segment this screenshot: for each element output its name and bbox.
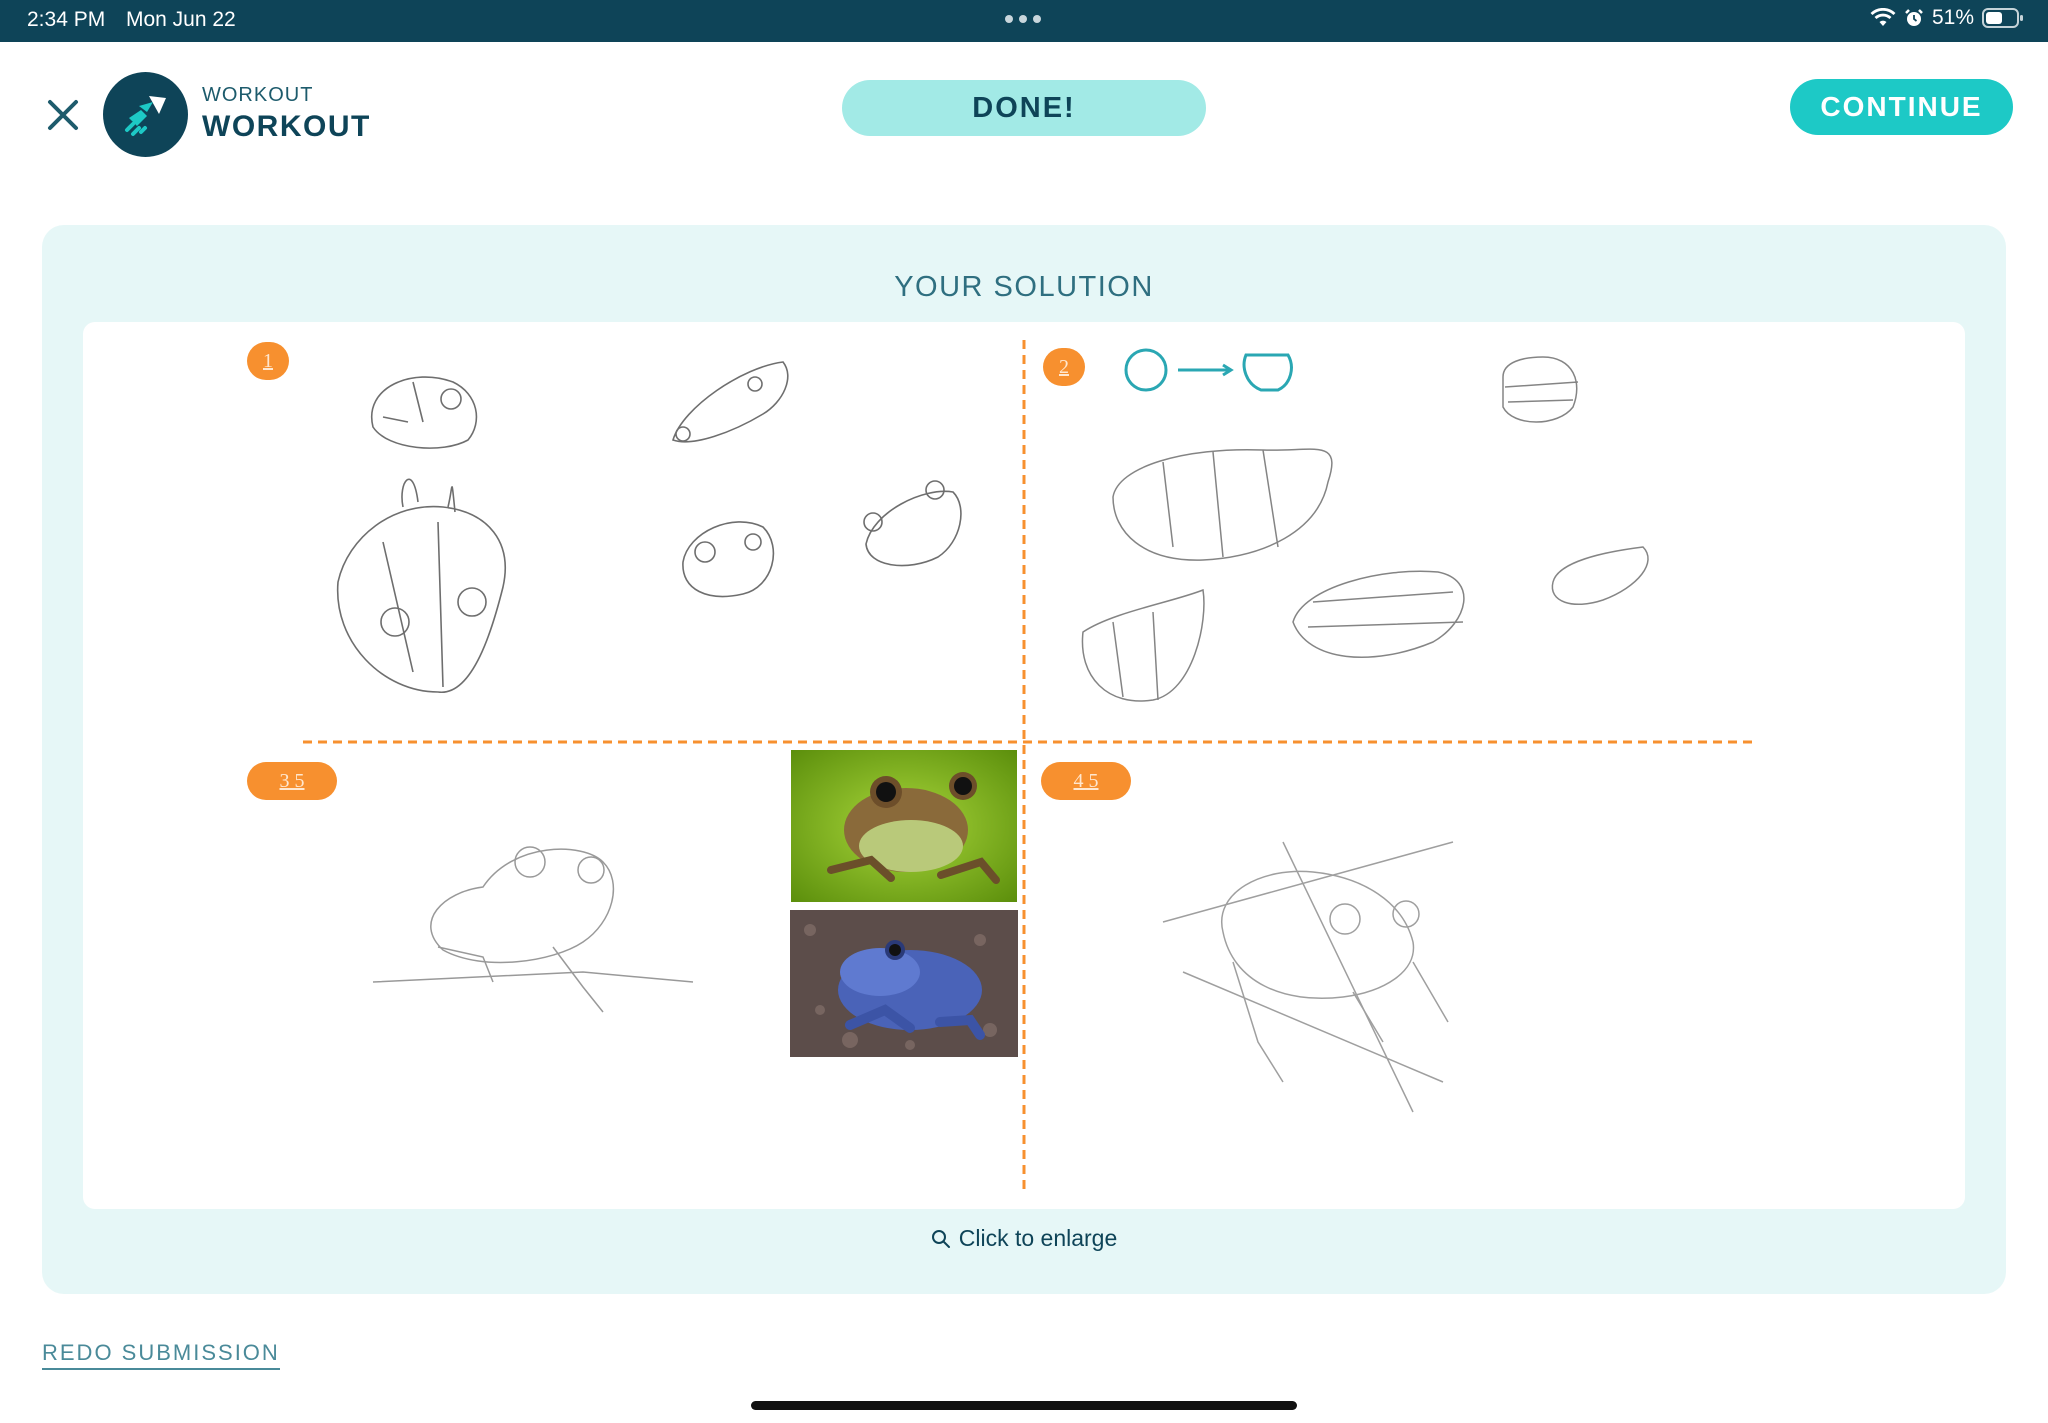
section-badge-3: 3 5	[247, 762, 337, 800]
status-indicators: 51%	[1870, 6, 2024, 30]
section-badge-4-label: 4 5	[1073, 769, 1099, 792]
status-date: Mon Jun 22	[126, 8, 236, 31]
rocket-icon	[124, 95, 166, 136]
section-badge-4: 4 5	[1041, 762, 1131, 800]
redo-submission-link[interactable]: REDO SUBMISSION	[42, 1340, 280, 1370]
multitasking-dots-icon[interactable]	[1005, 15, 1041, 23]
solution-image[interactable]: 1 2 3 5 4 5	[83, 322, 1965, 1209]
search-icon	[931, 1229, 950, 1248]
click-to-enlarge-link[interactable]: Click to enlarge	[42, 1225, 2006, 1252]
status-bar: 2:34 PM Mon Jun 22 51%	[0, 0, 2048, 42]
battery-percent: 51%	[1931, 6, 1974, 29]
sketch-sheet	[303, 340, 1758, 1194]
workout-subtitle: WORKOUT	[202, 84, 314, 106]
reference-photo-green-frog	[791, 750, 1017, 902]
section-badge-3-label: 3 5	[279, 769, 305, 792]
done-status-pill: DONE!	[842, 80, 1206, 136]
continue-button[interactable]: CONTINUE	[1790, 79, 2013, 135]
workout-logo	[103, 72, 188, 157]
home-indicator[interactable]	[751, 1401, 1297, 1410]
close-icon	[48, 100, 78, 130]
workout-title: WORKOUT	[202, 110, 371, 143]
section-badge-1-label: 1	[263, 349, 273, 372]
section-badge-1: 1	[247, 342, 289, 380]
section-badge-2: 2	[1043, 348, 1085, 386]
solution-card: YOUR SOLUTION 1 2 3 5 4 5 Click to enlar…	[42, 225, 2006, 1294]
solution-heading: YOUR SOLUTION	[894, 271, 1154, 303]
battery-icon	[1982, 8, 2023, 28]
click-to-enlarge-label: Click to enlarge	[958, 1225, 1118, 1251]
alarm-icon	[1905, 9, 1923, 26]
wifi-icon	[1870, 8, 1896, 26]
close-button[interactable]	[44, 96, 82, 134]
reference-photo-blue-frog	[790, 910, 1018, 1057]
status-time: 2:34 PM	[27, 8, 106, 31]
section-badge-2-label: 2	[1059, 355, 1069, 378]
